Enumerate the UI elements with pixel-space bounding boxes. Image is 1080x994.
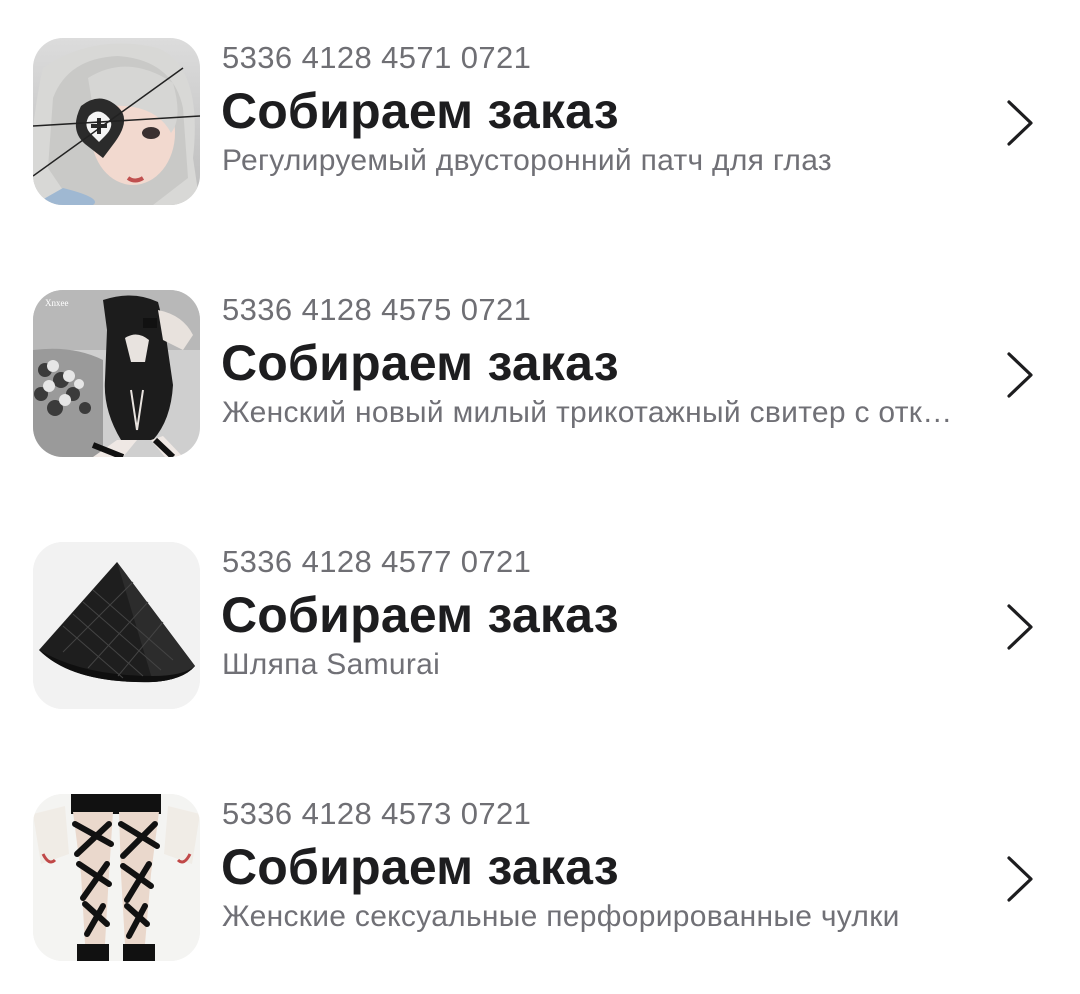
order-number: 5336 4128 4573 0721	[222, 796, 532, 831]
order-item[interactable]: 5336 4128 4573 0721 Собираем заказ Женск…	[0, 794, 1080, 994]
order-status: Собираем заказ	[221, 587, 619, 643]
chevron-right-icon[interactable]	[1005, 602, 1035, 652]
order-status: Собираем заказ	[221, 335, 619, 391]
thumbnail-watermark: Xnxee	[45, 298, 69, 308]
order-item[interactable]: 5336 4128 4571 0721 Собираем заказ Регул…	[0, 38, 1080, 238]
order-description: Шляпа Samurai	[222, 648, 441, 681]
order-list: 5336 4128 4571 0721 Собираем заказ Регул…	[0, 0, 1080, 967]
order-description: Женский новый милый трикотажный свитер с…	[222, 396, 967, 429]
order-status: Собираем заказ	[221, 83, 619, 139]
samurai-hat-thumbnail	[33, 542, 200, 709]
chevron-right-icon[interactable]	[1005, 350, 1035, 400]
order-item[interactable]: 5336 4128 4577 0721 Собираем заказ Шляпа…	[0, 542, 1080, 742]
chevron-right-icon[interactable]	[1005, 854, 1035, 904]
order-description: Женские сексуальные перфорированные чулк…	[222, 900, 900, 933]
chevron-right-icon[interactable]	[1005, 98, 1035, 148]
eye-patch-thumbnail	[33, 38, 200, 205]
order-item[interactable]: Xnxee 5336 4128 4575 0721 Собираем заказ…	[0, 290, 1080, 490]
perforated-stockings-thumbnail	[33, 794, 200, 961]
order-number: 5336 4128 4575 0721	[222, 292, 532, 327]
order-description: Регулируемый двусторонний патч для глаз	[222, 144, 832, 177]
knit-sweater-thumbnail: Xnxee	[33, 290, 200, 457]
order-number: 5336 4128 4571 0721	[222, 40, 532, 75]
order-status: Собираем заказ	[221, 839, 619, 895]
order-number: 5336 4128 4577 0721	[222, 544, 532, 579]
